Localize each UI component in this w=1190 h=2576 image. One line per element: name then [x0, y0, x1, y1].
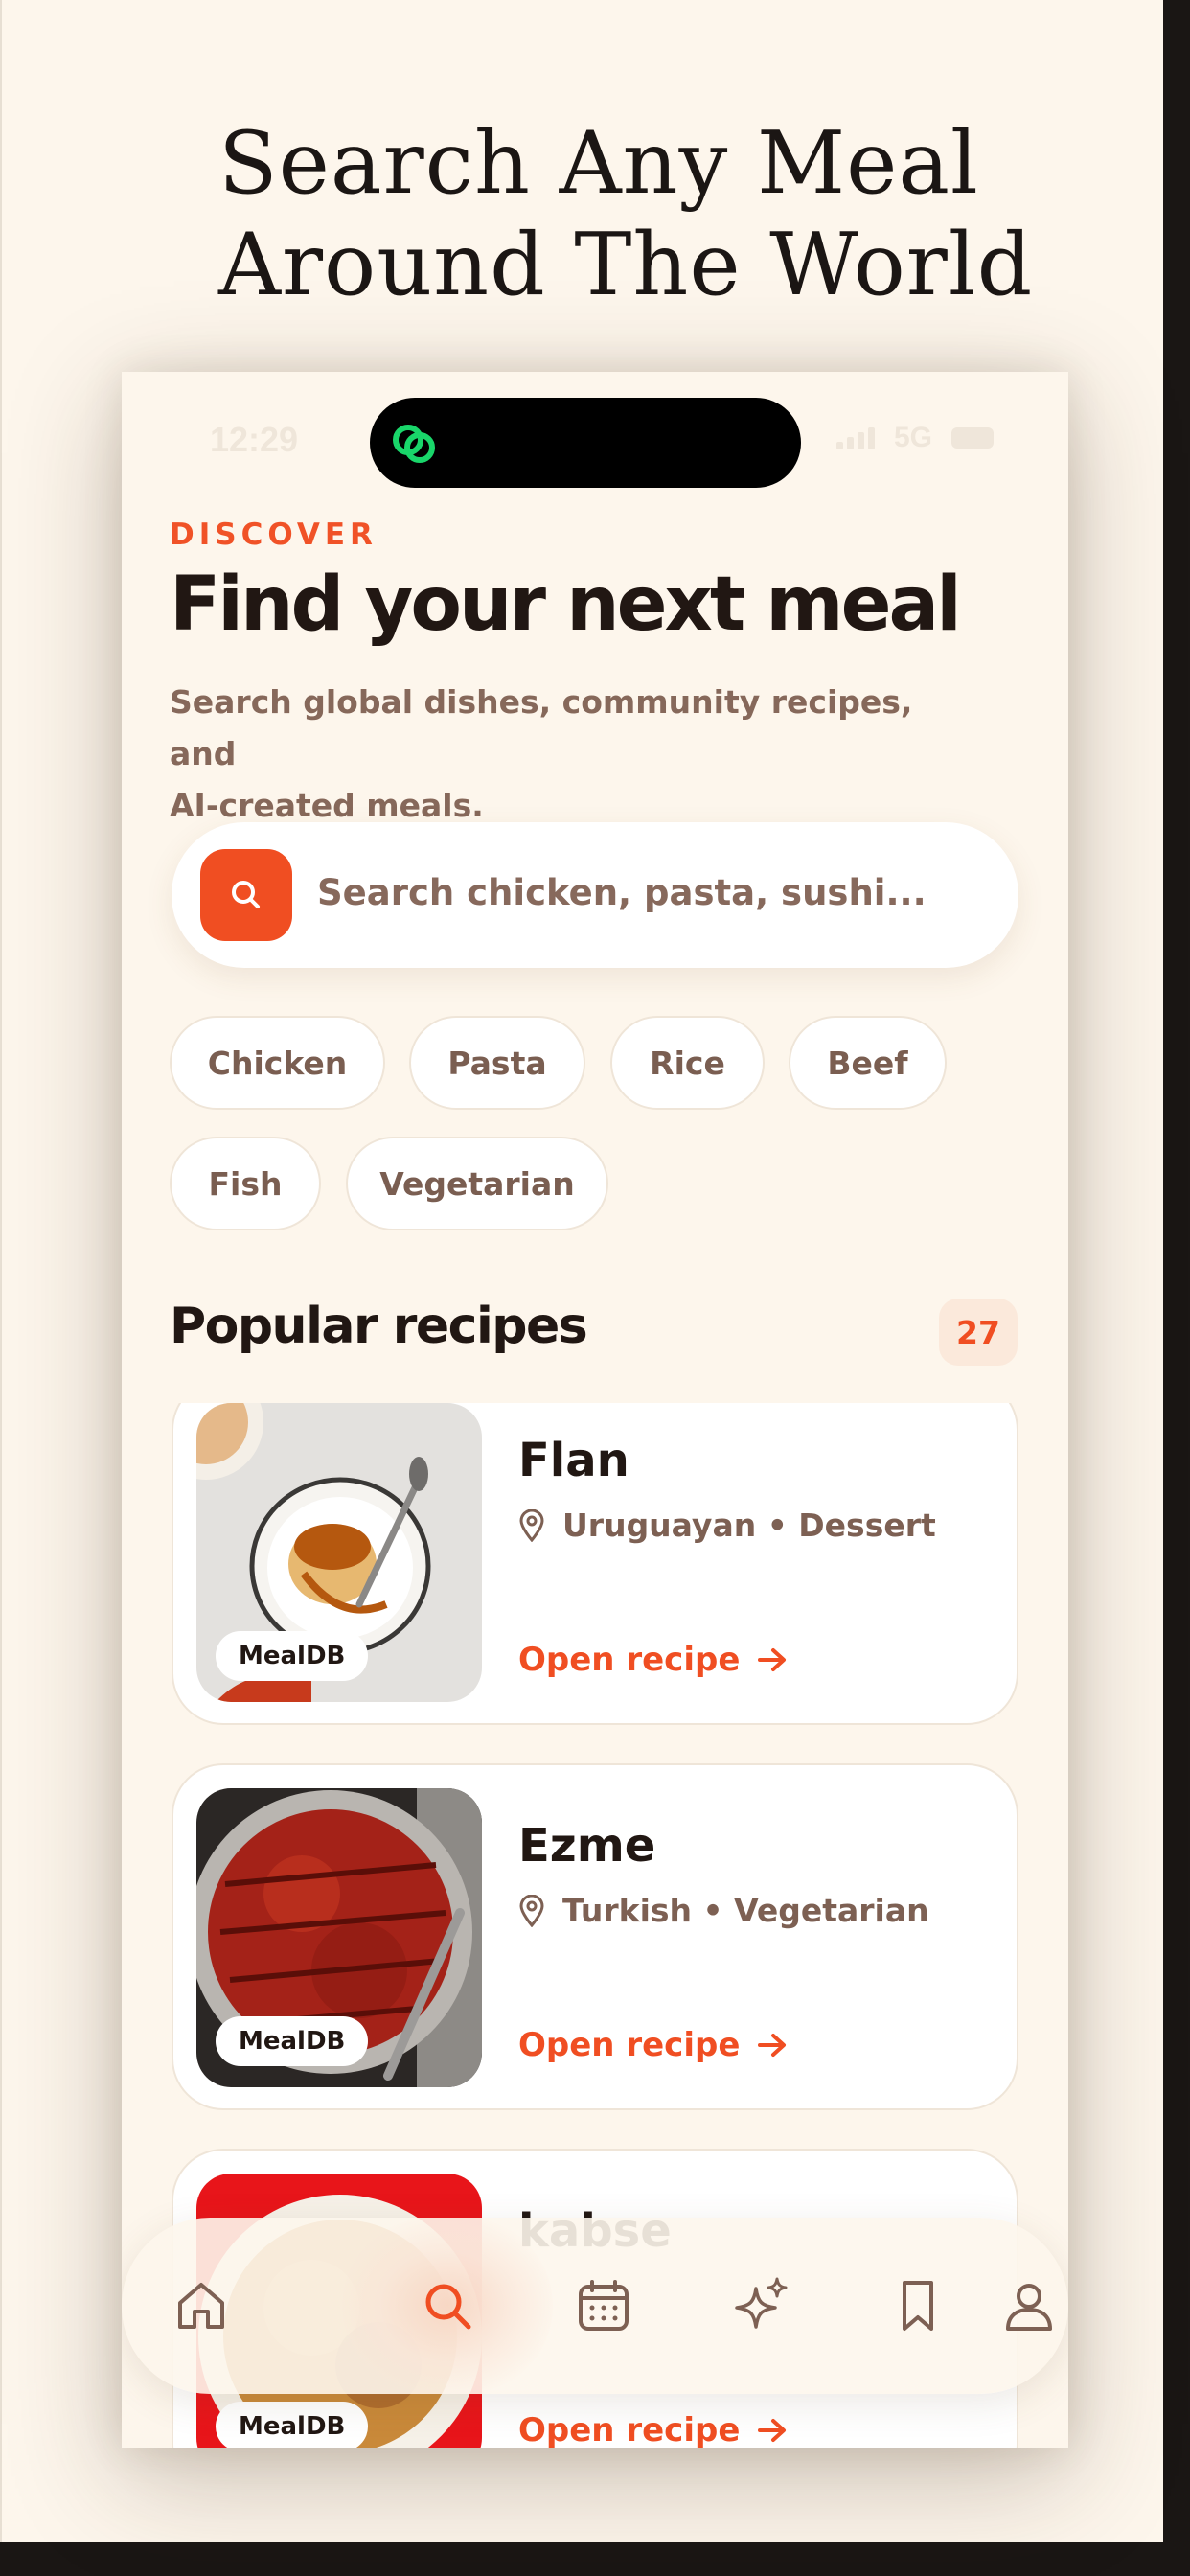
open-recipe-link[interactable]: Open recipe — [518, 2411, 788, 2448]
signal-icon — [835, 426, 875, 449]
recipe-origin-category: Uruguayan • Dessert — [562, 1506, 936, 1544]
headline-line-1: Search Any Meal — [218, 113, 979, 214]
tab-home[interactable] — [153, 2258, 249, 2354]
page-right-edge — [1163, 0, 1190, 2576]
tab-profile[interactable] — [1006, 2258, 1065, 2354]
recipe-title: Ezme — [518, 1819, 656, 1873]
network-label: 5G — [893, 422, 932, 453]
recipe-origin-category: Turkish • Vegetarian — [562, 1892, 929, 1929]
open-recipe-link[interactable]: Open recipe — [518, 2026, 788, 2064]
chip-beef[interactable]: Beef — [789, 1016, 947, 1110]
recipe-image-ezme: MealDB — [196, 1788, 482, 2087]
search-icon — [425, 2284, 471, 2330]
location-pin-icon — [519, 1508, 544, 1542]
recipe-title: Flan — [518, 1434, 629, 1487]
open-recipe-label: Open recipe — [518, 1641, 741, 1679]
search-icon — [232, 881, 260, 908]
tab-ai[interactable] — [714, 2258, 810, 2354]
chip-pasta[interactable]: Pasta — [409, 1016, 585, 1110]
page-subtitle: Search global dishes, community recipes,… — [170, 677, 955, 832]
source-badge: MealDB — [216, 2016, 369, 2066]
location-pin-icon — [519, 1894, 544, 1927]
battery-icon — [951, 427, 994, 448]
arrow-right-icon — [758, 1648, 787, 1671]
tab-planner[interactable] — [556, 2258, 652, 2354]
discover-eyebrow: DISCOVER — [170, 518, 378, 552]
bottom-tab-bar — [122, 2218, 1068, 2394]
arrow-right-icon — [758, 2034, 787, 2057]
status-time: 12:29 — [210, 420, 299, 459]
arrow-right-icon — [758, 2419, 787, 2442]
open-recipe-label: Open recipe — [518, 2026, 741, 2064]
popular-recipes-title: Popular recipes — [170, 1298, 588, 1355]
page-left-edge — [0, 0, 2, 2576]
source-badge: MealDB — [216, 2402, 369, 2448]
recipe-meta: Uruguayan • Dessert — [518, 1506, 936, 1544]
recipe-count-badge: 27 — [939, 1299, 1018, 1366]
dynamic-island — [370, 398, 801, 488]
tab-search[interactable] — [400, 2258, 495, 2354]
phone-screen: 12:29 5G DISCOVER Find your next meal Se… — [122, 372, 1068, 2448]
marketing-headline: Search Any Meal Around The World — [218, 113, 1081, 316]
app-logo-icon — [393, 425, 435, 463]
headline-line-2: Around The World — [218, 215, 1034, 315]
chip-vegetarian[interactable]: Vegetarian — [346, 1137, 608, 1230]
recipe-image-flan: MealDB — [196, 1403, 482, 1702]
search-button[interactable] — [200, 849, 292, 941]
bookmark-icon — [903, 2281, 933, 2331]
chip-chicken[interactable]: Chicken — [170, 1016, 385, 1110]
page-title: Find your next meal — [170, 562, 962, 648]
profile-icon — [1006, 2284, 1052, 2331]
search-input[interactable]: Search chicken, pasta, sushi... — [317, 872, 927, 913]
sparkles-icon — [735, 2277, 788, 2329]
recipe-card-flan[interactable]: MealDB Flan Uruguayan • Dessert Open rec… — [172, 1403, 1018, 1725]
home-icon — [178, 2283, 224, 2329]
recipe-card-ezme[interactable]: MealDB Ezme Turkish • Vegetarian Open re… — [172, 1763, 1018, 2110]
tab-saved[interactable] — [870, 2258, 966, 2354]
open-recipe-label: Open recipe — [518, 2411, 741, 2448]
status-indicators: 5G — [835, 422, 994, 454]
source-badge: MealDB — [216, 1631, 369, 1681]
recipe-meta: Turkish • Vegetarian — [518, 1892, 929, 1929]
chip-rice[interactable]: Rice — [610, 1016, 765, 1110]
search-bar[interactable]: Search chicken, pasta, sushi... — [172, 822, 1018, 968]
calendar-icon — [579, 2280, 629, 2331]
open-recipe-link[interactable]: Open recipe — [518, 1641, 788, 1679]
subtitle-line-1: Search global dishes, community recipes,… — [170, 683, 913, 772]
subtitle-line-2: AI-created meals. — [170, 787, 484, 824]
page-bottom-edge — [0, 2542, 1190, 2576]
chip-fish[interactable]: Fish — [170, 1137, 321, 1230]
